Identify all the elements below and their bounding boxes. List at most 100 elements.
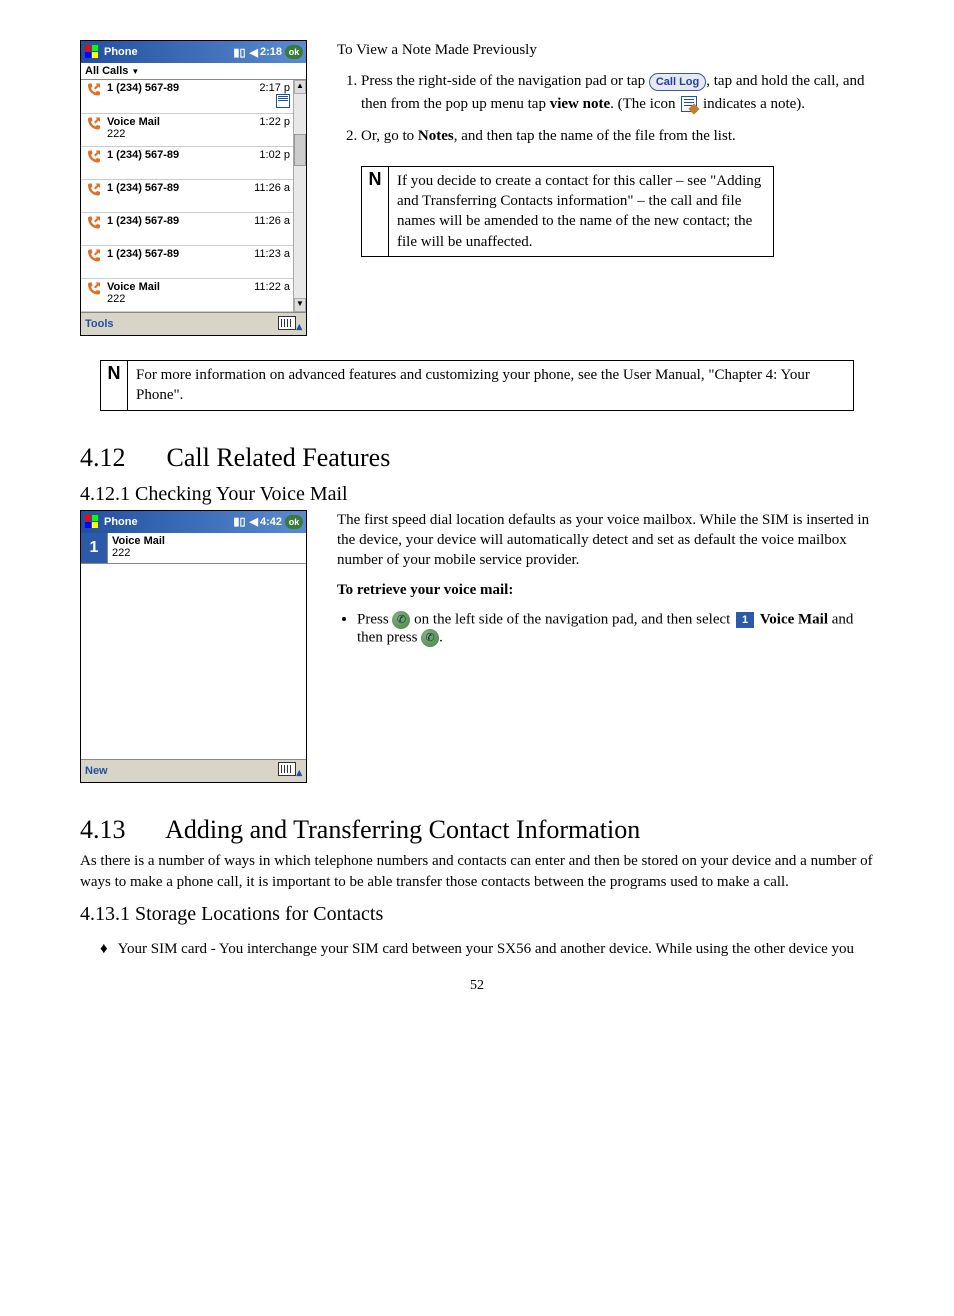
call-row[interactable]: 1 (234) 567-8911:26 a (81, 213, 294, 246)
call-info: 1 (234) 567-89 (107, 82, 259, 94)
windows-flag-icon (84, 44, 100, 60)
call-row[interactable]: 1 (234) 567-8911:23 a (81, 246, 294, 279)
call-time: 2:17 p (259, 82, 292, 111)
call-sub: 222 (107, 293, 254, 305)
clock: 2:18 (260, 46, 282, 58)
call-time: 11:23 a (254, 248, 292, 260)
note-icon (276, 94, 290, 108)
new-menu[interactable]: New (85, 765, 108, 777)
speed-dial-badge: 1 (736, 612, 754, 628)
ok-button[interactable]: ok (285, 45, 303, 59)
app-title: Phone (104, 46, 138, 58)
speed-dial-name: Voice Mail (112, 535, 302, 547)
call-sub: 222 (107, 128, 259, 140)
call-time: 11:26 a (254, 215, 292, 227)
call-time: 11:26 a (254, 182, 292, 194)
outgoing-call-icon (81, 149, 107, 167)
call-log-button[interactable]: Call Log (649, 73, 706, 92)
call-row[interactable]: Voice Mail22211:22 a (81, 279, 294, 312)
step-2: Or, go to Notes, and then tap the name o… (361, 125, 874, 148)
speed-dial-row[interactable]: 1 Voice Mail 222 (81, 533, 306, 564)
outgoing-call-icon (81, 281, 107, 299)
call-time: 1:22 p (259, 116, 292, 128)
call-number: 1 (234) 567-89 (107, 215, 254, 227)
titlebar: Phone ▮▯ ◀ 4:42 ok (81, 511, 306, 533)
talk-button-icon: ✆ (392, 611, 410, 629)
call-number: 1 (234) 567-89 (107, 182, 254, 194)
sound-icon: ◀ (250, 46, 258, 59)
kbd-toggle[interactable]: ▴ (278, 762, 302, 779)
clock: 4:42 (260, 516, 282, 528)
section-4-12-heading: 4.12 Call Related Features (80, 443, 874, 473)
outgoing-call-icon (81, 82, 107, 100)
note-box-manual: N For more information on advanced featu… (100, 360, 854, 411)
call-log-screenshot: Phone ▮▯ ◀ 2:18 ok All Calls ▼ 1 (234) 5… (80, 40, 307, 336)
step-1: Press the right-side of the navigation p… (361, 70, 874, 115)
tools-menu[interactable]: Tools (85, 318, 114, 330)
outgoing-call-icon (81, 248, 107, 266)
outgoing-call-icon (81, 215, 107, 233)
chevron-down-icon: ▼ (131, 67, 139, 76)
call-number: 1 (234) 567-89 (107, 248, 254, 260)
note-box-contact: N If you decide to create a contact for … (361, 166, 774, 257)
bottom-bar: Tools ▴ (81, 312, 306, 335)
filter-dropdown[interactable]: All Calls ▼ (81, 63, 306, 80)
section-4-13-1-heading: 4.13.1 Storage Locations for Contacts (80, 903, 874, 926)
steps-list: Press the right-side of the navigation p… (337, 70, 874, 148)
speed-dial-sub: 222 (112, 547, 302, 559)
call-number: Voice Mail (107, 116, 259, 128)
call-info: 1 (234) 567-89 (107, 248, 254, 260)
windows-flag-icon (84, 514, 100, 530)
call-row[interactable]: 1 (234) 567-891:02 p (81, 147, 294, 180)
call-number: 1 (234) 567-89 (107, 82, 259, 94)
call-row[interactable]: Voice Mail2221:22 p (81, 114, 294, 147)
retrieve-heading: To retrieve your voice mail: (337, 582, 513, 598)
note-text: For more information on advanced feature… (128, 361, 853, 410)
note-bold-n-icon: N (101, 361, 128, 410)
kbd-toggle[interactable]: ▴ (278, 316, 302, 333)
call-info: Voice Mail222 (107, 281, 254, 305)
keyboard-icon (278, 316, 296, 330)
page-number: 52 (80, 978, 874, 994)
scroll-up-button[interactable]: ▲ (294, 80, 306, 94)
titlebar: Phone ▮▯ ◀ 2:18 ok (81, 41, 306, 63)
speed-dial-number: 1 (81, 533, 108, 563)
talk-button-icon: ✆ (421, 629, 439, 647)
call-info: 1 (234) 567-89 (107, 149, 259, 161)
retrieve-step: Press ✆ on the left side of the navigati… (357, 611, 874, 647)
storage-item: Your SIM card - You interchange your SIM… (100, 941, 874, 958)
ok-button[interactable]: ok (285, 515, 303, 529)
signal-icon: ▮▯ (233, 46, 245, 59)
filter-label: All Calls (85, 65, 128, 77)
voicemail-intro: The first speed dial location defaults a… (337, 510, 874, 571)
scroll-down-button[interactable]: ▼ (294, 298, 306, 312)
call-number: Voice Mail (107, 281, 254, 293)
bottom-bar: New ▴ (81, 759, 306, 782)
section-4-13-heading: 4.13 Adding and Transferring Contact Inf… (80, 815, 874, 845)
para-4-13: As there is a number of ways in which te… (80, 851, 874, 893)
app-title: Phone (104, 516, 138, 528)
call-info: 1 (234) 567-89 (107, 182, 254, 194)
sound-icon: ◀ (250, 515, 258, 528)
call-time: 1:02 p (259, 149, 292, 161)
call-list: 1 (234) 567-892:17 pVoice Mail2221:22 p1… (81, 80, 306, 312)
note-icon (681, 96, 697, 112)
call-time: 11:22 a (254, 281, 292, 293)
call-row[interactable]: 1 (234) 567-892:17 p (81, 80, 294, 114)
storage-list: Your SIM card - You interchange your SIM… (80, 941, 874, 958)
outgoing-call-icon (81, 116, 107, 134)
subheading: To View a Note Made Previously (337, 40, 874, 60)
blank-area (81, 564, 306, 759)
signal-icon: ▮▯ (233, 515, 245, 528)
note-text: If you decide to create a contact for th… (389, 167, 773, 256)
speed-dial-screenshot: Phone ▮▯ ◀ 4:42 ok 1 Voice Mail 222 New … (80, 510, 307, 783)
keyboard-icon (278, 762, 296, 776)
call-number: 1 (234) 567-89 (107, 149, 259, 161)
call-row[interactable]: 1 (234) 567-8911:26 a (81, 180, 294, 213)
call-info: 1 (234) 567-89 (107, 215, 254, 227)
note-bold-n-icon: N (362, 167, 389, 256)
outgoing-call-icon (81, 182, 107, 200)
scrollbar[interactable]: ▲ ▼ (293, 80, 306, 312)
retrieve-steps: Press ✆ on the left side of the navigati… (337, 611, 874, 647)
scroll-thumb[interactable] (294, 134, 306, 166)
